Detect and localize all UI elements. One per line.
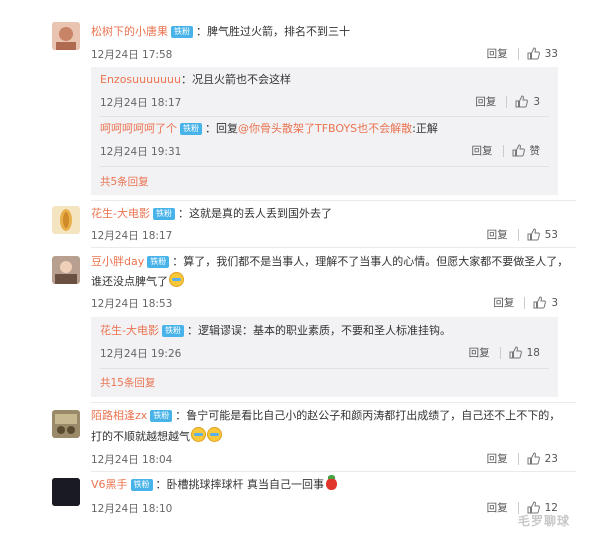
avatar-image: [52, 22, 80, 50]
divider: [517, 452, 519, 465]
timestamp: 12月24日 18:10: [91, 503, 173, 515]
divider: [91, 200, 576, 201]
username[interactable]: 松树下的小唐果: [91, 25, 168, 38]
divider: [91, 471, 576, 472]
comment-text: 打的不顺就越想越气: [91, 430, 190, 443]
reply-text: ：况且火箭也不会这样: [180, 73, 291, 86]
avatar-image: [52, 478, 80, 506]
comment-text: ：这就是真的丢人丢到国外去了: [177, 207, 332, 220]
rose-emoji-icon: [326, 475, 338, 490]
username[interactable]: Enzosuuuuuuu: [100, 73, 181, 86]
fan-badge: 铁粉: [150, 410, 173, 422]
laugh-cry-emoji-icon: [207, 427, 222, 442]
avatar[interactable]: [52, 256, 80, 284]
reply-button[interactable]: 回复: [487, 46, 508, 61]
fan-badge: 铁粉: [171, 26, 193, 38]
like-count[interactable]: 3: [551, 297, 558, 309]
mention-link[interactable]: @你骨头散架了TFBOYS也不会解散: [238, 122, 412, 135]
fan-badge: 铁粉: [180, 123, 202, 135]
avatar-image: [52, 206, 80, 234]
avatar[interactable]: [52, 410, 80, 438]
like-count[interactable]: 18: [527, 347, 540, 359]
reply-button[interactable]: 回复: [487, 451, 508, 466]
timestamp: 12月24日 17:58: [91, 49, 173, 61]
thumbs-up-icon[interactable]: [527, 228, 540, 241]
thumbs-up-icon[interactable]: [512, 144, 525, 157]
watermark: 毛罗聊球: [518, 514, 571, 528]
username[interactable]: 花生-大电影: [91, 207, 150, 220]
thumbs-up-icon[interactable]: [515, 95, 529, 108]
reply-text: ：逻辑谬误：基本的职业素质，不要和圣人标准挂钩。: [186, 324, 451, 337]
more-replies-link[interactable]: 共15条回复: [100, 375, 155, 390]
timestamp: 12月24日 18:17: [91, 230, 173, 242]
reply-box: 花生-大电影 铁粉 ：逻辑谬误：基本的职业素质，不要和圣人标准挂钩。 12月24日 …: [91, 317, 558, 397]
divider: [524, 296, 526, 309]
username[interactable]: 陌路相逢zx: [91, 409, 147, 422]
reply-button[interactable]: 回复: [472, 143, 493, 158]
comment-panel: 松树下的小唐果 铁粉 ：脾气胜过火箭，排名不到三十 12月24日 17:58 回复 …: [38, 14, 576, 522]
fan-badge: 铁粉: [130, 479, 153, 491]
thumbs-up-icon[interactable]: [527, 47, 540, 60]
divider: [100, 368, 549, 369]
reply-button[interactable]: 回复: [469, 345, 490, 360]
divider: [506, 95, 508, 108]
reply-actions: 回复 3: [475, 94, 540, 109]
comment-text: ：脾气胜过火箭，排名不到三十: [196, 25, 350, 38]
divider: [502, 144, 504, 157]
timestamp: 12月24日 18:53: [91, 298, 173, 310]
avatar-image: [52, 410, 80, 438]
divider: [91, 247, 576, 248]
reply-button[interactable]: 回复: [475, 94, 496, 109]
reply-button[interactable]: 回复: [493, 295, 514, 310]
comment-actions: 回复 53: [487, 227, 558, 242]
fan-badge: 铁粉: [152, 208, 175, 220]
laugh-cry-emoji-icon: [191, 427, 206, 442]
divider: [517, 228, 519, 241]
avatar[interactable]: [52, 22, 80, 50]
thumbs-up-icon[interactable]: [533, 296, 547, 309]
avatar[interactable]: [52, 206, 80, 234]
comment-actions: 回复 23: [487, 451, 558, 466]
laugh-cry-emoji-icon: [169, 272, 184, 287]
comment-text: ：鲁宁可能是看比自己小的赵公子和颜丙涛都打出成绩了，自己还不上不下的，: [175, 409, 561, 422]
divider: [100, 166, 549, 167]
username[interactable]: 花生-大电影: [100, 324, 159, 337]
reply-text: ：回复: [205, 122, 238, 135]
divider: [91, 402, 576, 403]
thumbs-up-icon[interactable]: [509, 346, 522, 359]
like-count[interactable]: 53: [545, 229, 558, 241]
like-count[interactable]: 3: [533, 96, 540, 108]
comment-actions: 回复 3: [493, 295, 558, 310]
fan-badge: 铁粉: [161, 325, 184, 337]
username[interactable]: 呵呵呵呵呵了个: [100, 122, 177, 135]
reply-text: :正解: [412, 122, 438, 135]
more-replies-link[interactable]: 共5条回复: [100, 174, 149, 189]
username[interactable]: V6黑手: [91, 478, 128, 491]
reply-button[interactable]: 回复: [487, 500, 508, 515]
timestamp: 12月24日 18:17: [100, 97, 182, 109]
username[interactable]: 豆小胖day: [91, 255, 144, 268]
timestamp: 12月24日 18:04: [91, 454, 173, 466]
thumbs-up-icon[interactable]: [527, 452, 540, 465]
divider: [517, 47, 519, 60]
like-count[interactable]: 33: [545, 48, 558, 60]
avatar-image: [52, 256, 80, 284]
comment-text: ：算了，我们都不是当事人，理解不了当事人的心情。但愿大家都不要做圣人了，: [172, 255, 569, 268]
timestamp: 12月24日 19:26: [100, 348, 182, 360]
like-count[interactable]: 赞: [530, 143, 541, 158]
comment-text: ：卧槽挑球摔球杆 真当自己一回事: [155, 478, 325, 491]
reply-box: Enzosuuuuuuu：况且火箭也不会这样 12月24日 18:17 回复 3…: [91, 67, 558, 195]
avatar[interactable]: [52, 478, 80, 506]
comment-actions: 回复 33: [487, 46, 558, 61]
divider: [100, 116, 549, 117]
reply-actions: 回复 赞: [472, 143, 541, 158]
reply-actions: 回复 18: [469, 345, 540, 360]
reply-button[interactable]: 回复: [487, 227, 508, 242]
comment-text: 谁还没点脾气了: [91, 275, 168, 288]
like-count[interactable]: 23: [545, 453, 558, 465]
divider: [499, 346, 501, 359]
timestamp: 12月24日 19:31: [100, 146, 182, 158]
fan-badge: 铁粉: [147, 256, 170, 268]
